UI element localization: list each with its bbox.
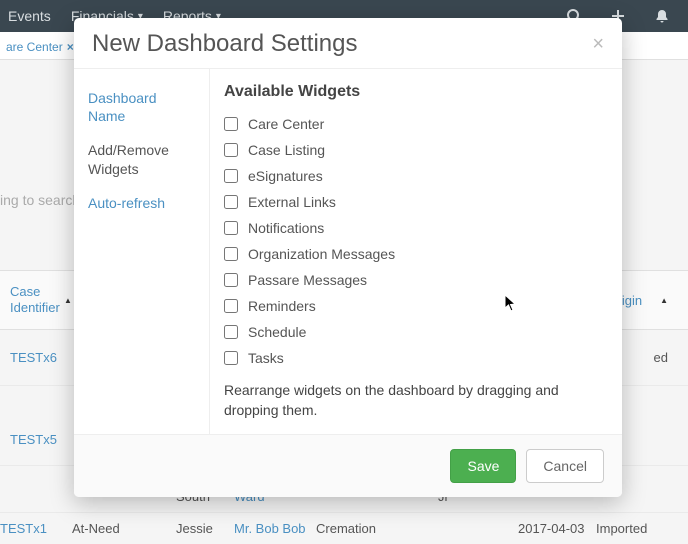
widget-label: Case Listing — [248, 142, 325, 158]
cell: Jessie — [176, 521, 234, 536]
checkbox[interactable] — [224, 351, 238, 365]
checkbox[interactable] — [224, 117, 238, 131]
checkbox[interactable] — [224, 299, 238, 313]
checkbox[interactable] — [224, 273, 238, 287]
table-row[interactable]: TESTx1 At-Need Jessie Mr. Bob Bob Cremat… — [0, 512, 688, 544]
widget-label: External Links — [248, 194, 336, 210]
modal-footer: Save Cancel — [74, 435, 622, 497]
widget-label: Organization Messages — [248, 246, 395, 262]
cell: Cremation — [316, 521, 438, 536]
checkbox[interactable] — [224, 325, 238, 339]
col-case-identifier[interactable]: Case Identifier — [10, 284, 60, 315]
sort-asc-icon: ▲ — [64, 296, 72, 305]
widget-option-reminders[interactable]: Reminders — [224, 293, 604, 319]
close-icon[interactable]: × — [592, 34, 604, 54]
widget-option-esignatures[interactable]: eSignatures — [224, 163, 604, 189]
widget-label: Care Center — [248, 116, 324, 132]
cell-fragment: ed — [654, 350, 668, 365]
cell-link[interactable]: Mr. Bob Bob — [234, 521, 316, 536]
help-text: Rearrange widgets on the dashboard by dr… — [224, 381, 604, 420]
sidebar-item-add-remove-widgets[interactable]: Add/Remove Widgets — [74, 133, 209, 185]
sort-asc-icon: ▲ — [660, 296, 668, 305]
widget-option-schedule[interactable]: Schedule — [224, 319, 604, 345]
checkbox[interactable] — [224, 195, 238, 209]
cancel-button[interactable]: Cancel — [526, 449, 604, 483]
checkbox[interactable] — [224, 247, 238, 261]
nav-events[interactable]: Events — [8, 8, 51, 24]
widget-option-external-links[interactable]: External Links — [224, 189, 604, 215]
cell: Imported — [596, 521, 666, 536]
case-id-link[interactable]: TESTx5 — [10, 432, 57, 447]
widget-label: Schedule — [248, 324, 306, 340]
widget-label: Tasks — [248, 350, 284, 366]
widget-option-case-listing[interactable]: Case Listing — [224, 137, 604, 163]
modal-title: New Dashboard Settings — [92, 30, 357, 58]
checkbox[interactable] — [224, 221, 238, 235]
checkbox[interactable] — [224, 169, 238, 183]
widget-option-passare-messages[interactable]: Passare Messages — [224, 267, 604, 293]
search-input-fragment[interactable]: ing to search — [0, 192, 80, 208]
widget-option-organization-messages[interactable]: Organization Messages — [224, 241, 604, 267]
sidebar-item-auto-refresh[interactable]: Auto-refresh — [74, 186, 209, 220]
bell-icon[interactable] — [654, 8, 670, 24]
checkbox[interactable] — [224, 143, 238, 157]
widget-option-care-center[interactable]: Care Center — [224, 111, 604, 137]
cell: At-Need — [72, 521, 176, 536]
available-widgets-title: Available Widgets — [224, 83, 604, 101]
widget-option-tasks[interactable]: Tasks — [224, 345, 604, 371]
modal-header: New Dashboard Settings × — [74, 18, 622, 68]
modal-body: Dashboard Name Add/Remove Widgets Auto-r… — [74, 68, 622, 435]
sidebar-item-dashboard-name[interactable]: Dashboard Name — [74, 81, 209, 133]
widget-label: Passare Messages — [248, 272, 367, 288]
widget-option-notifications[interactable]: Notifications — [224, 215, 604, 241]
case-id-link[interactable]: TESTx6 — [10, 350, 57, 365]
widget-label: Reminders — [248, 298, 316, 314]
close-icon[interactable]: × — [67, 40, 74, 54]
save-button[interactable]: Save — [450, 449, 516, 483]
widget-label: eSignatures — [248, 168, 323, 184]
dashboard-settings-modal: New Dashboard Settings × Dashboard Name … — [74, 18, 622, 497]
filter-tag[interactable]: are Center × — [0, 32, 80, 62]
cell: 2017-04-03 — [518, 521, 596, 536]
modal-sidebar: Dashboard Name Add/Remove Widgets Auto-r… — [74, 69, 210, 434]
filter-tag-label: are Center — [6, 40, 63, 54]
widget-label: Notifications — [248, 220, 324, 236]
modal-main: Available Widgets Care Center Case Listi… — [210, 69, 622, 434]
case-id-link[interactable]: TESTx1 — [0, 521, 72, 536]
